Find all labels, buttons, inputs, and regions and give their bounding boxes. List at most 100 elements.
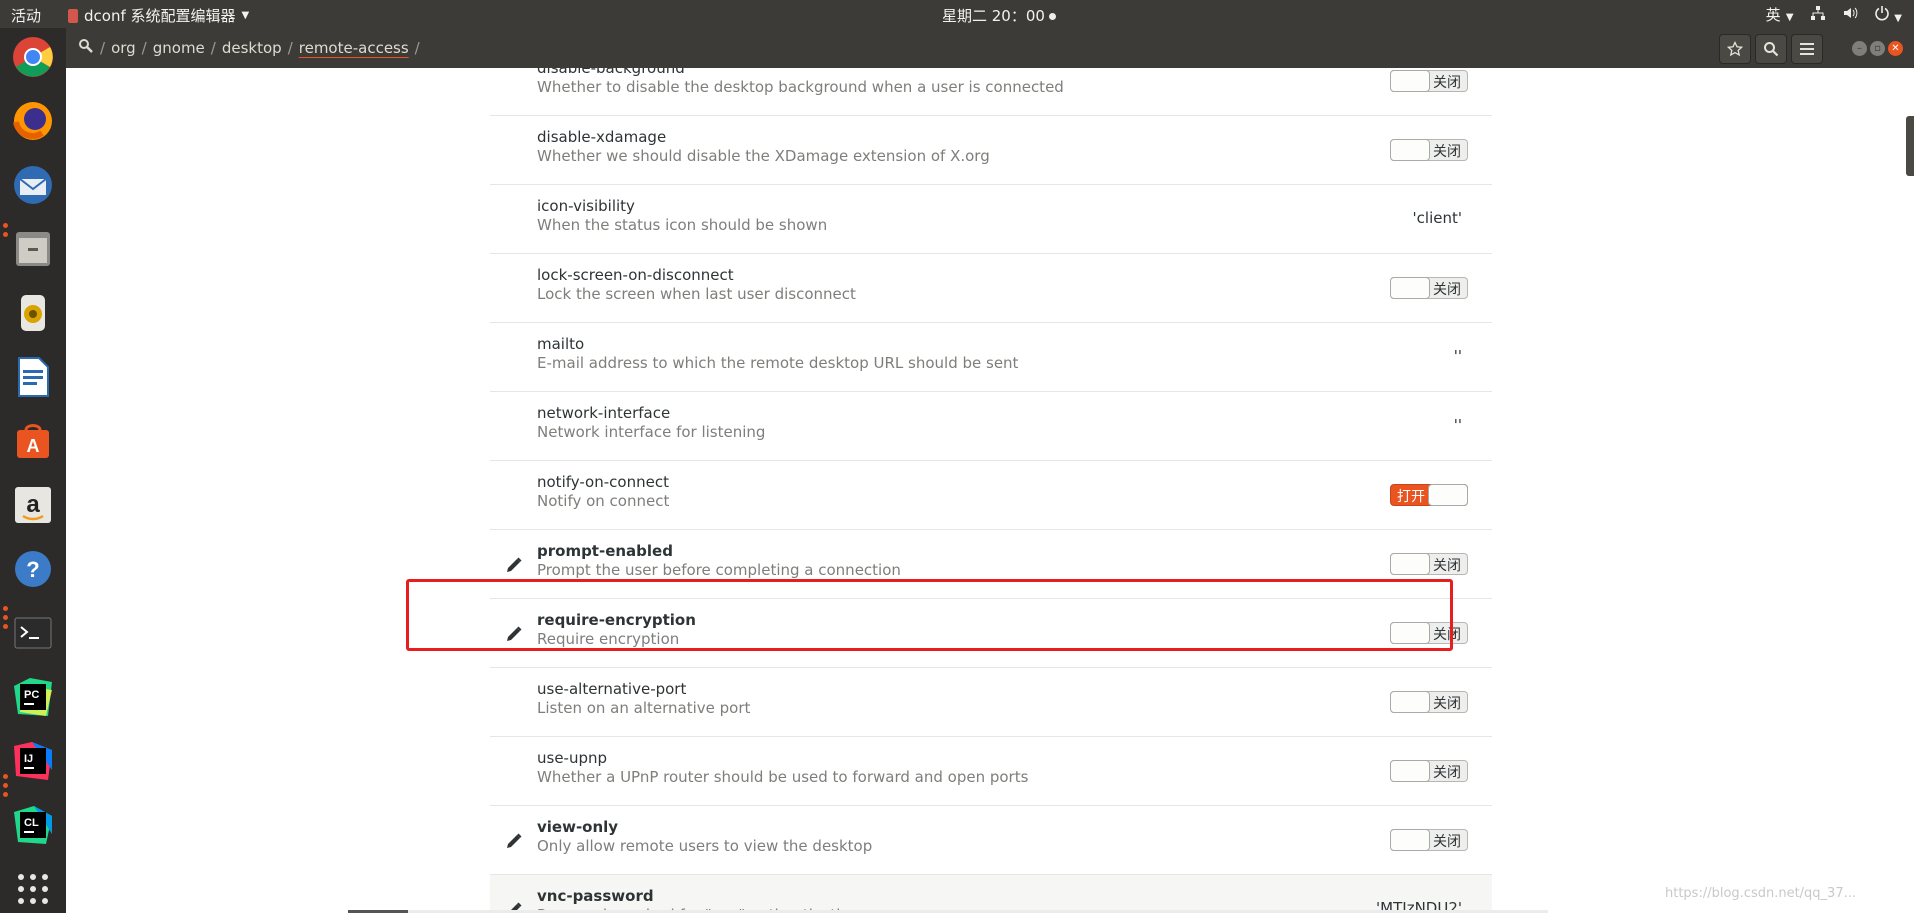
key-row-use-alternative-port[interactable]: use-alternative-port Listen on an alterna… (490, 668, 1492, 737)
breadcrumb: / org / gnome / desktop / remote-access … (78, 38, 420, 58)
breadcrumb-separator: / (141, 39, 147, 57)
switch-knob (1390, 553, 1430, 575)
app-menu-label: dconf 系统配置编辑器 (84, 7, 236, 25)
breadcrumb-item-remote-access[interactable]: remote-access (299, 39, 409, 57)
rhythmbox-icon[interactable] (10, 290, 56, 336)
firefox-icon[interactable] (10, 98, 56, 144)
key-row-vnc-password[interactable]: vnc-passwordPassword required for "vnc" … (490, 875, 1492, 913)
top-bar: 活动 dconf 系统配置编辑器 ▼ 星期二 20：00 英 ▼ ▼ (0, 0, 1914, 28)
software-center-icon[interactable]: A (10, 418, 56, 464)
scrollbar[interactable] (1906, 116, 1914, 176)
thunderbird-icon[interactable] (10, 162, 56, 208)
toggle-switch[interactable]: 关闭 (1390, 691, 1468, 713)
volume-icon[interactable] (1842, 5, 1858, 25)
clock[interactable]: 星期二 20：00 (942, 5, 1056, 26)
key-value: '' (1453, 347, 1462, 365)
key-name: lock-screen-on-disconnect (537, 266, 734, 284)
chevron-down-icon: ▼ (241, 10, 250, 21)
key-list: disable-background Whether to disable the… (490, 68, 1492, 913)
close-button[interactable]: ✕ (1888, 41, 1903, 56)
toggle-switch[interactable]: 关闭 (1390, 139, 1468, 161)
bookmark-button[interactable] (1719, 34, 1751, 64)
toggle-switch[interactable]: 打开 (1390, 484, 1468, 506)
key-name: use-upnp (537, 749, 608, 767)
dconf-app-icon (68, 8, 78, 23)
svg-text:IJ: IJ (24, 753, 33, 765)
key-row-network-interface[interactable]: network-interface Network interface for l… (490, 392, 1492, 461)
switch-label: 关闭 (1433, 144, 1461, 160)
svg-text:?: ? (26, 557, 39, 582)
key-row-lock-screen-on-disconnect[interactable]: lock-screen-on-disconnect Lock the screen… (490, 254, 1492, 323)
breadcrumb-separator: / (287, 39, 293, 57)
chrome-icon[interactable] (10, 34, 56, 80)
breadcrumb-item-org[interactable]: org (111, 39, 136, 57)
key-description: Whether we should disable the XDamage ex… (537, 147, 990, 165)
key-row-notify-on-connect[interactable]: notify-on-connect Notify on connect 打开 (490, 461, 1492, 530)
power-icon[interactable]: ▼ (1874, 5, 1902, 25)
switch-knob (1390, 70, 1430, 92)
star-icon (1727, 41, 1743, 57)
key-description: Whether a UPnP router should be used to … (537, 768, 1029, 786)
chevron-down-icon: ▼ (1894, 12, 1902, 24)
key-name: disable-background (537, 68, 685, 77)
pycharm-icon[interactable]: PC (10, 674, 56, 720)
app-menu[interactable]: dconf 系统配置编辑器 ▼ (68, 5, 249, 26)
toggle-switch[interactable]: 关闭 (1390, 553, 1468, 575)
maximize-button[interactable]: ▫ (1870, 41, 1885, 56)
key-name: view-only (537, 818, 619, 836)
key-row-disable-xdamage[interactable]: disable-xdamage Whether we should disable… (490, 116, 1492, 185)
key-row-use-upnp[interactable]: use-upnp Whether a UPnP router should be … (490, 737, 1492, 806)
running-indicator (3, 792, 8, 797)
key-name: vnc-password (537, 887, 654, 905)
search-button[interactable] (1755, 34, 1787, 64)
key-row-disable-background[interactable]: disable-background Whether to disable the… (490, 68, 1492, 116)
switch-knob (1428, 484, 1468, 506)
toggle-switch[interactable]: 关闭 (1390, 277, 1468, 299)
toggle-switch[interactable]: 关闭 (1390, 70, 1468, 92)
toggle-switch[interactable]: 关闭 (1390, 760, 1468, 782)
key-name: network-interface (537, 404, 671, 422)
breadcrumb-item-desktop[interactable]: desktop (222, 39, 282, 57)
key-list-view: disable-background Whether to disable the… (66, 68, 1914, 913)
switch-label: 打开 (1397, 489, 1425, 505)
minimize-button[interactable]: – (1852, 41, 1867, 56)
pencil-icon (504, 555, 524, 575)
libreoffice-writer-icon[interactable] (10, 354, 56, 400)
breadcrumb-separator: / (414, 39, 420, 57)
highlight-box (406, 579, 1453, 651)
key-name: disable-xdamage (537, 128, 667, 146)
key-row-view-only[interactable]: view-only Only allow remote users to view… (490, 806, 1492, 875)
menu-button[interactable] (1791, 34, 1823, 64)
notification-dot-icon (1048, 13, 1056, 20)
maximize-icon: ▫ (1874, 43, 1881, 54)
key-row-icon-visibility[interactable]: icon-visibility When the status icon shou… (490, 185, 1492, 254)
minimize-icon: – (1857, 43, 1862, 54)
key-row-mailto[interactable]: mailto E-mail address to which the remote… (490, 323, 1492, 392)
activities-button[interactable]: 活动 (11, 5, 41, 26)
switch-knob (1390, 277, 1430, 299)
hamburger-menu-icon (1800, 43, 1814, 55)
network-icon[interactable] (1810, 5, 1826, 25)
amazon-icon[interactable]: a (10, 482, 56, 528)
input-method-indicator[interactable]: 英 ▼ (1766, 4, 1794, 25)
key-name: notify-on-connect (537, 473, 669, 491)
intellij-idea-icon[interactable]: IJ (10, 738, 56, 784)
terminal-icon[interactable] (10, 610, 56, 656)
clion-icon[interactable]: CL (10, 802, 56, 848)
key-value: '' (1453, 416, 1462, 434)
switch-label: 关闭 (1433, 75, 1461, 91)
search-key-icon[interactable] (78, 38, 94, 58)
show-applications-icon[interactable] (10, 866, 56, 912)
running-indicator (3, 774, 8, 779)
key-value: 'client' (1412, 209, 1462, 227)
help-icon[interactable]: ? (10, 546, 56, 592)
system-tray: 英 ▼ ▼ (1766, 4, 1914, 25)
svg-text:CL: CL (24, 817, 39, 829)
toggle-switch[interactable]: 关闭 (1390, 829, 1468, 851)
switch-knob (1390, 760, 1430, 782)
breadcrumb-item-gnome[interactable]: gnome (153, 39, 205, 57)
key-description: E-mail address to which the remote deskt… (537, 354, 1019, 372)
running-indicator (3, 232, 8, 237)
switch-label: 关闭 (1433, 834, 1461, 850)
files-icon[interactable] (10, 226, 56, 272)
